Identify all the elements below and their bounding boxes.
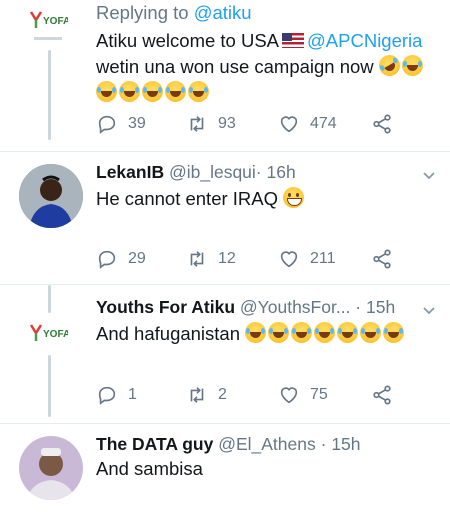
tweet-text: And hafuganistan bbox=[96, 321, 406, 347]
yofa-logo-avatar-sub bbox=[28, 36, 68, 42]
tweet-header: LekanIB @ib_lesqui· 16h bbox=[96, 162, 296, 183]
tweet-text: He cannot enter IRAQ bbox=[96, 186, 306, 212]
rofl-emoji bbox=[374, 51, 404, 80]
like-button[interactable]: 211 bbox=[278, 248, 336, 270]
tweet-text: Atiku welcome to USA @APCNigeria wetin un… bbox=[96, 28, 425, 106]
tears-of-joy-emoji bbox=[188, 81, 209, 102]
chevron-down-icon[interactable] bbox=[422, 303, 436, 319]
reply-count: 1 bbox=[128, 386, 137, 403]
timestamp[interactable]: 15h bbox=[366, 297, 395, 317]
share-icon bbox=[373, 114, 391, 134]
user-avatar[interactable] bbox=[19, 436, 83, 500]
tears-of-joy-emoji bbox=[142, 81, 163, 102]
mention-link[interactable]: @APCNigeria bbox=[307, 30, 422, 51]
user-handle[interactable]: @YouthsFor... bbox=[240, 297, 351, 317]
tweet-2[interactable]: LekanIB @ib_lesqui· 16h He cannot enter … bbox=[0, 152, 450, 288]
replying-to-label: Replying to bbox=[96, 2, 189, 23]
like-count: 211 bbox=[310, 250, 336, 267]
reply-button[interactable]: 29 bbox=[96, 248, 146, 270]
tweet-text-part: And sambisa bbox=[96, 458, 203, 479]
retweet-count: 2 bbox=[218, 386, 227, 403]
tweet-text-part: He cannot enter IRAQ bbox=[96, 188, 279, 209]
retweet-button[interactable]: 2 bbox=[186, 384, 227, 406]
tears-of-joy-emoji bbox=[165, 81, 186, 102]
tears-of-joy-emoji bbox=[268, 322, 290, 343]
reply-count: 39 bbox=[128, 115, 146, 132]
heart-icon bbox=[280, 387, 298, 404]
timestamp[interactable]: 16h bbox=[267, 162, 296, 182]
tears-of-joy-emoji bbox=[314, 322, 336, 343]
tears-of-joy-emoji bbox=[383, 322, 405, 343]
tweet-text-part: And hafuganistan bbox=[96, 323, 241, 344]
share-icon bbox=[373, 385, 391, 405]
avatar-logo-text: YOFA bbox=[43, 16, 68, 27]
reply-to-mention[interactable]: @atiku bbox=[194, 2, 252, 23]
tweet-actions: 1 2 75 bbox=[96, 384, 426, 408]
tears-of-joy-emoji bbox=[245, 322, 267, 343]
reply-button[interactable]: 39 bbox=[96, 113, 146, 135]
thread-line bbox=[48, 285, 51, 313]
tweet-actions: 29 12 211 bbox=[96, 248, 426, 272]
avatar-logo-text: YOFA bbox=[43, 329, 68, 340]
yofa-logo-avatar[interactable]: YOFA bbox=[28, 321, 68, 345]
reply-count: 29 bbox=[128, 250, 146, 267]
separator-dot: · bbox=[320, 434, 327, 454]
us-flag-emoji bbox=[282, 33, 305, 48]
separator-dot: · bbox=[355, 297, 362, 317]
tweet-text: And sambisa bbox=[96, 456, 203, 482]
tweet-1[interactable]: YOFA Replying to @atiku Atiku welcome to… bbox=[0, 0, 450, 150]
display-name[interactable]: Youths For Atiku bbox=[96, 297, 235, 317]
tweet-4[interactable]: The DATA guy @El_Athens · 15h And sambis… bbox=[0, 424, 450, 512]
display-name[interactable]: The DATA guy bbox=[96, 434, 213, 454]
retweet-count: 93 bbox=[218, 115, 236, 132]
share-button[interactable] bbox=[371, 113, 393, 140]
tears-of-joy-emoji bbox=[119, 81, 140, 102]
thread-line bbox=[48, 50, 51, 140]
tweet-text-part: Atiku welcome to USA bbox=[96, 30, 280, 51]
tears-of-joy-emoji bbox=[401, 55, 423, 76]
yofa-logo-avatar[interactable]: YOFA bbox=[28, 8, 68, 32]
reply-icon bbox=[98, 386, 116, 405]
retweet-icon bbox=[190, 387, 204, 403]
thread-line bbox=[48, 355, 51, 417]
share-button[interactable] bbox=[371, 248, 393, 275]
grinning-emoji bbox=[283, 187, 305, 208]
tears-of-joy-emoji bbox=[337, 322, 359, 343]
like-button[interactable]: 474 bbox=[278, 113, 337, 135]
reply-icon bbox=[98, 250, 116, 269]
retweet-button[interactable]: 93 bbox=[186, 113, 236, 135]
tweet-3[interactable]: YOFA Youths For Atiku @YouthsFor... · 15… bbox=[0, 285, 450, 421]
heart-icon bbox=[280, 251, 298, 268]
replying-to: Replying to @atiku bbox=[96, 2, 252, 24]
tears-of-joy-emoji bbox=[96, 81, 117, 102]
retweet-icon bbox=[190, 116, 204, 132]
display-name[interactable]: LekanIB bbox=[96, 162, 164, 182]
user-avatar[interactable] bbox=[19, 164, 83, 228]
separator-dot: · bbox=[255, 162, 262, 182]
tweet-text-part: wetin una won use campaign now bbox=[96, 56, 374, 77]
reply-icon bbox=[98, 115, 116, 134]
like-button[interactable]: 75 bbox=[278, 384, 328, 406]
retweet-count: 12 bbox=[218, 250, 236, 267]
tears-of-joy-emoji bbox=[291, 322, 313, 343]
share-button[interactable] bbox=[371, 384, 393, 411]
user-handle[interactable]: @ib_lesqui bbox=[169, 162, 256, 182]
tweet-header: Youths For Atiku @YouthsFor... · 15h bbox=[96, 297, 395, 318]
share-icon bbox=[373, 249, 391, 269]
heart-icon bbox=[280, 116, 298, 133]
tweet-header: The DATA guy @El_Athens · 15h bbox=[96, 434, 361, 455]
tears-of-joy-emoji bbox=[360, 322, 382, 343]
like-count: 75 bbox=[310, 386, 328, 403]
user-handle[interactable]: @El_Athens bbox=[218, 434, 316, 454]
timestamp[interactable]: 15h bbox=[331, 434, 360, 454]
chevron-down-icon[interactable] bbox=[422, 168, 436, 184]
reply-button[interactable]: 1 bbox=[96, 384, 137, 406]
retweet-icon bbox=[190, 251, 204, 267]
like-count: 474 bbox=[310, 115, 337, 132]
tweet-actions: 39 93 474 bbox=[96, 113, 426, 137]
retweet-button[interactable]: 12 bbox=[186, 248, 236, 270]
